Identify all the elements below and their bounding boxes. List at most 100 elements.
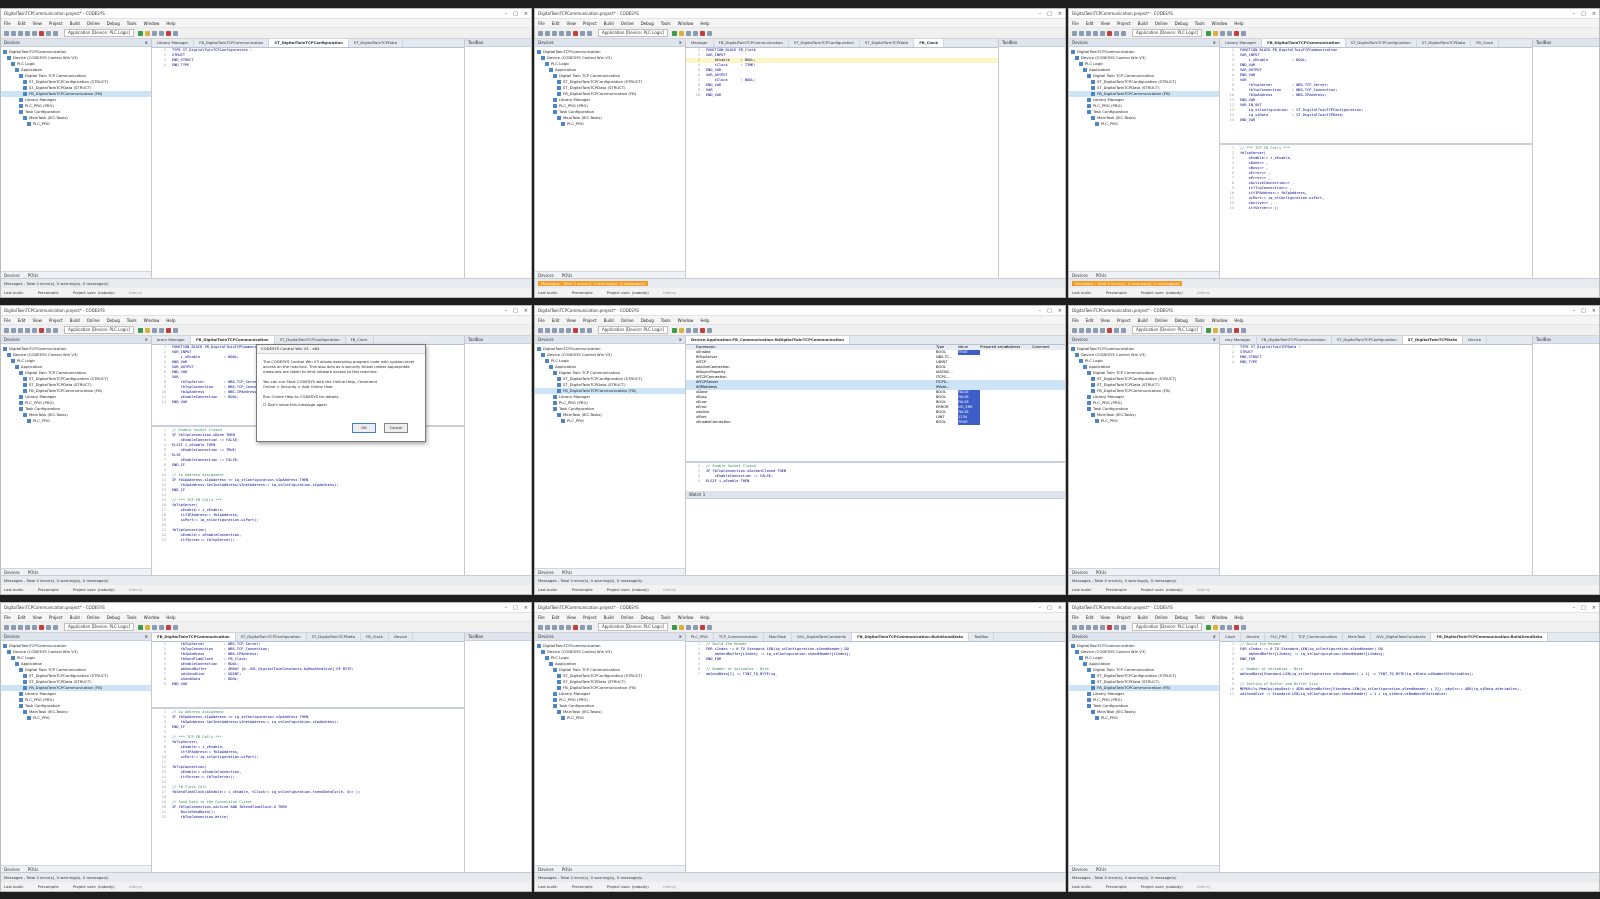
toolbar-button-icon[interactable] <box>1220 327 1226 333</box>
menu-edit[interactable]: Edit <box>1086 615 1094 620</box>
toolbar-button-icon[interactable] <box>11 624 16 630</box>
editor-tab[interactable]: Library Manager <box>152 39 195 47</box>
toolbar-button-icon[interactable] <box>1234 30 1240 36</box>
menu-online[interactable]: Online <box>621 318 634 323</box>
menu-online[interactable]: Online <box>87 21 100 26</box>
toolbar-button-icon[interactable] <box>1121 624 1126 630</box>
menu-file[interactable]: File <box>1072 318 1079 323</box>
menu-build[interactable]: Build <box>1138 21 1148 26</box>
minimize-icon[interactable]: – <box>505 605 508 611</box>
menu-help[interactable]: Help <box>1234 318 1243 323</box>
toolbar-button-icon[interactable] <box>545 624 550 630</box>
editor-tab[interactable]: FB_DigitalTwinTCPCommunication <box>1257 336 1332 344</box>
toolbar-button-icon[interactable] <box>559 327 564 333</box>
menu-help[interactable]: Help <box>1234 21 1243 26</box>
toolbar-button-icon[interactable] <box>46 30 51 36</box>
code-line[interactable]: 23 itfServer:= fbTcpServer); <box>152 538 464 543</box>
maximize-icon[interactable]: □ <box>1581 605 1586 611</box>
toolbar-button-icon[interactable] <box>1072 624 1077 630</box>
toolbar-button-icon[interactable] <box>707 30 713 36</box>
tree-item[interactable]: PLC_PRG <box>535 121 685 127</box>
toolbar-button-icon[interactable] <box>1086 30 1091 36</box>
editor-tab[interactable]: ST_DigitalTwinTCPConfiguration <box>275 336 346 344</box>
menu-help[interactable]: Help <box>1234 615 1243 620</box>
maximize-icon[interactable]: □ <box>513 605 518 611</box>
editor-tab[interactable]: FB_Clock <box>361 633 389 641</box>
menu-online[interactable]: Online <box>1155 318 1168 323</box>
toolbar-button-icon[interactable] <box>573 624 578 630</box>
close-icon[interactable]: × <box>1592 11 1596 17</box>
editor-tab[interactable]: brary Manager <box>152 336 191 344</box>
menu-debug[interactable]: Debug <box>641 21 654 26</box>
pane-close-icon[interactable]: × <box>145 336 148 343</box>
toolbar-button-icon[interactable] <box>1241 624 1247 630</box>
editor-tab[interactable]: FB_Clock <box>346 336 374 344</box>
toolbar-button-icon[interactable] <box>1100 624 1105 630</box>
ok-button[interactable]: OK <box>352 423 376 433</box>
editor-tab[interactable]: Manager <box>686 39 714 47</box>
menu-debug[interactable]: Debug <box>1175 615 1188 620</box>
toolbar-button-icon[interactable] <box>1100 30 1105 36</box>
editor-tab[interactable]: TCP_Communication <box>1293 633 1344 641</box>
toolbar-button-icon[interactable] <box>1227 624 1233 630</box>
toolbar-button-icon[interactable] <box>580 30 585 36</box>
watch-row[interactable]: xEnableConnection BOOL TRUE <box>686 420 1065 425</box>
editor-tab[interactable]: rary Manager <box>1220 336 1257 344</box>
toolbar-button-icon[interactable] <box>573 30 578 36</box>
menu-debug[interactable]: Debug <box>1175 21 1188 26</box>
toolbar-button-icon[interactable] <box>672 624 678 630</box>
toolbar-button-icon[interactable] <box>1107 327 1112 333</box>
toolbar-button-icon[interactable] <box>1114 30 1119 36</box>
editor-tab[interactable]: ST_DigitalTwinTCPConfiguration <box>1346 39 1417 47</box>
close-icon[interactable]: × <box>1592 605 1596 611</box>
menu-view[interactable]: View <box>1100 615 1110 620</box>
toolbar-button-icon[interactable] <box>686 30 692 36</box>
menu-project[interactable]: Project <box>1117 318 1131 323</box>
pane-close-icon[interactable]: × <box>679 633 682 640</box>
toolbar-button-icon[interactable] <box>32 30 37 36</box>
toolbar-button-icon[interactable] <box>686 624 692 630</box>
pane-close-icon[interactable]: × <box>145 39 148 46</box>
toolbar-button-icon[interactable] <box>1121 30 1126 36</box>
editor-tab[interactable]: PLC_PRG <box>686 633 714 641</box>
active-application-select[interactable]: Application [Device: PLC Logic] <box>598 326 669 334</box>
menu-project[interactable]: Project <box>49 318 63 323</box>
toolbar-button-icon[interactable] <box>1093 327 1098 333</box>
pane-close-icon[interactable]: × <box>1213 39 1216 46</box>
toolbar-button-icon[interactable] <box>4 624 9 630</box>
toolbar-button-icon[interactable] <box>1114 624 1119 630</box>
menu-online[interactable]: Online <box>87 318 100 323</box>
toolbar-button-icon[interactable] <box>672 30 678 36</box>
editor-tab[interactable]: ST_DigitalTwinTCPConfiguration <box>1332 336 1403 344</box>
menu-edit[interactable]: Edit <box>1086 318 1094 323</box>
toolbar-button-icon[interactable] <box>32 624 37 630</box>
tree-item[interactable]: PLC_PRG <box>1069 418 1219 424</box>
menu-tools[interactable]: Tools <box>661 318 671 323</box>
editor-tab[interactable]: Device <box>1241 633 1266 641</box>
toolbar-button-icon[interactable] <box>39 327 44 333</box>
toolbar-button-icon[interactable] <box>1072 30 1077 36</box>
toolbar-button-icon[interactable] <box>46 327 51 333</box>
toolbar-button-icon[interactable] <box>1234 327 1240 333</box>
menu-view[interactable]: View <box>566 615 576 620</box>
menu-tools[interactable]: Tools <box>127 318 137 323</box>
maximize-icon[interactable]: □ <box>1581 308 1586 314</box>
active-application-select[interactable]: Application [Device: PLC Logic] <box>598 623 669 631</box>
toolbar-button-icon[interactable] <box>1072 327 1077 333</box>
code-line[interactable]: 22 fbTcpConnection.Write( <box>152 815 464 820</box>
toolbar-button-icon[interactable] <box>1086 327 1091 333</box>
toolbar-button-icon[interactable] <box>552 327 557 333</box>
menu-window[interactable]: Window <box>678 615 694 620</box>
code-line[interactable]: 4 END_TYPE <box>1220 360 1532 365</box>
toolbar-button-icon[interactable] <box>152 624 158 630</box>
maximize-icon[interactable]: □ <box>1047 11 1052 17</box>
menu-file[interactable]: File <box>4 615 11 620</box>
toolbar-button-icon[interactable] <box>1241 327 1247 333</box>
menu-window[interactable]: Window <box>678 21 694 26</box>
toolbar-button-icon[interactable] <box>693 624 699 630</box>
toolbar-button-icon[interactable] <box>552 30 557 36</box>
menu-build[interactable]: Build <box>70 21 80 26</box>
minimize-icon[interactable]: – <box>1039 605 1042 611</box>
editor-tab[interactable]: PLC_PRG <box>1265 633 1294 641</box>
menu-tools[interactable]: Tools <box>1195 318 1205 323</box>
